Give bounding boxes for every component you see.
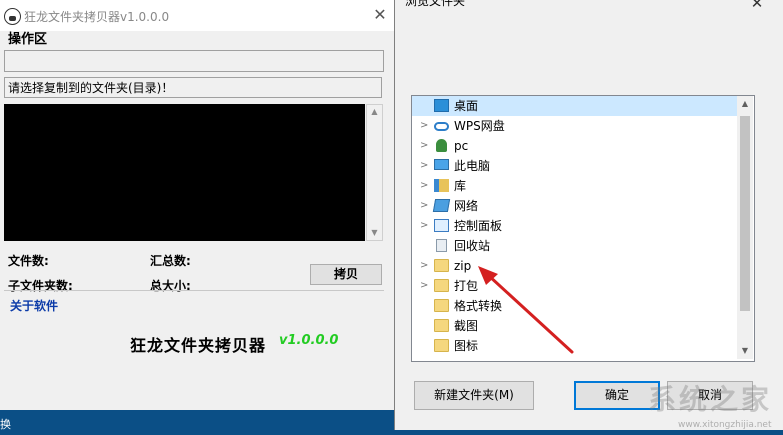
watermark-logo: 系统之家 bbox=[648, 383, 773, 416]
annotation-arrow bbox=[478, 266, 574, 354]
watermark-url: www.xitongzhijia.net bbox=[678, 420, 772, 430]
